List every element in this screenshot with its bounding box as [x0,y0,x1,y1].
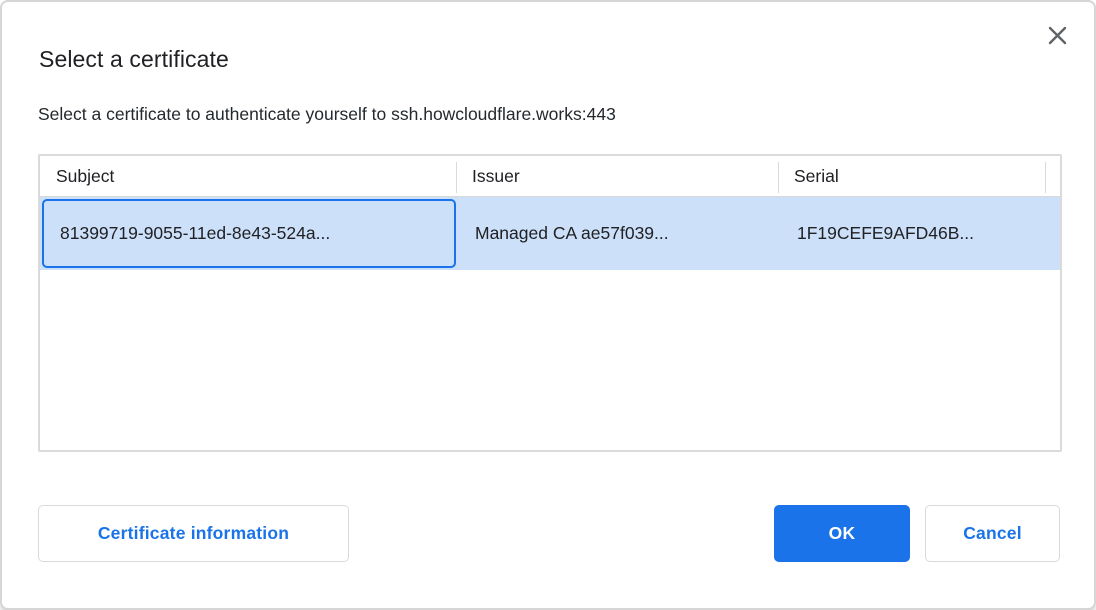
certificate-row-selected[interactable]: 81399719-9055-11ed-8e43-524a... Managed … [40,197,1060,270]
cancel-button[interactable]: Cancel [925,505,1060,562]
certificate-information-button[interactable]: Certificate information [38,505,349,562]
ok-button[interactable]: OK [774,505,910,562]
close-icon [1047,25,1068,46]
screenshot-canvas: Select a certificate Select a certificat… [0,0,1096,610]
column-header-serial: Serial [778,156,1045,196]
certificate-select-dialog: Select a certificate Select a certificat… [0,0,1096,610]
column-header-subject: Subject [40,156,456,196]
close-button[interactable] [1042,20,1072,50]
column-header-gutter [1045,156,1060,196]
column-header-issuer: Issuer [456,156,778,196]
cell-serial[interactable]: 1F19CEFE9AFD46B... [778,197,1060,270]
table-header-row: Subject Issuer Serial [40,156,1060,197]
cell-issuer[interactable]: Managed CA ae57f039... [456,197,778,270]
cell-subject[interactable]: 81399719-9055-11ed-8e43-524a... [42,199,456,268]
certificate-table: Subject Issuer Serial 81399719-9055-11ed… [38,154,1062,452]
dialog-subtitle: Select a certificate to authenticate you… [38,104,616,125]
dialog-title: Select a certificate [39,46,229,73]
